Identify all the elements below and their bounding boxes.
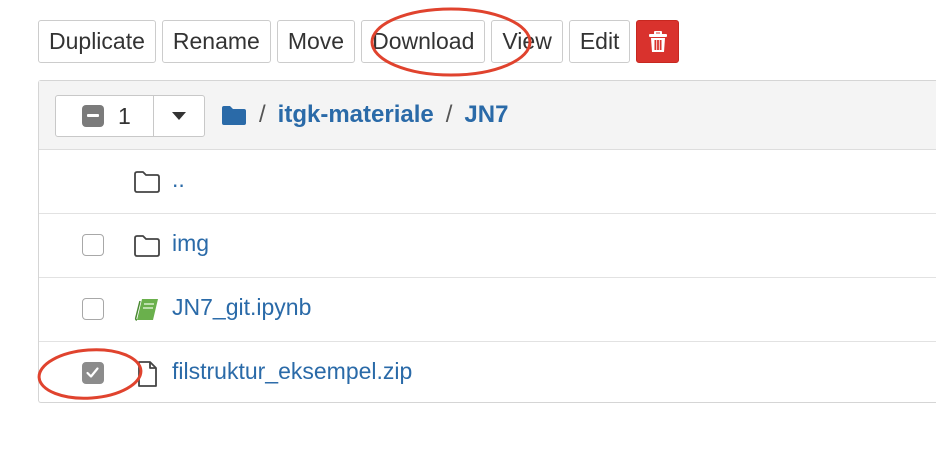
file-name-link[interactable]: ..	[172, 166, 185, 193]
file-name-link[interactable]: img	[172, 230, 209, 257]
file-list-panel: 1 / itgk-materiale / JN7 .. img JN7_git.…	[38, 80, 936, 403]
folder-icon[interactable]	[221, 104, 247, 126]
caret-down-icon	[172, 112, 186, 120]
view-button[interactable]: View	[491, 20, 563, 63]
delete-button[interactable]	[636, 20, 680, 63]
minus-checkbox-icon	[82, 105, 104, 127]
breadcrumb: / itgk-materiale / JN7	[221, 98, 508, 132]
breadcrumb-separator: /	[259, 101, 266, 128]
edit-button[interactable]: Edit	[568, 20, 631, 63]
breadcrumb-item-itgk-materiale[interactable]: itgk-materiale	[278, 101, 434, 129]
duplicate-button[interactable]: Duplicate	[38, 20, 156, 63]
file-toolbar: Duplicate Rename Move Download View Edit	[38, 20, 680, 63]
notebook-icon	[134, 299, 158, 321]
row-checkbox[interactable]	[82, 234, 104, 256]
file-row[interactable]: JN7_git.ipynb	[39, 278, 936, 342]
file-icon	[138, 361, 157, 387]
file-row-parent[interactable]: ..	[39, 150, 936, 214]
trash-icon	[648, 30, 667, 52]
download-button[interactable]: Download	[361, 20, 486, 63]
breadcrumb-separator: /	[445, 101, 453, 128]
file-name-link[interactable]: JN7_git.ipynb	[172, 294, 311, 321]
file-name-link[interactable]: filstruktur_eksempel.zip	[172, 358, 412, 385]
select-dropdown-button[interactable]	[154, 96, 204, 136]
file-row[interactable]: filstruktur_eksempel.zip	[39, 342, 936, 406]
folder-outline-icon	[134, 235, 160, 257]
file-row[interactable]: img	[39, 214, 936, 278]
folder-outline-icon	[134, 171, 160, 193]
select-all-button[interactable]: 1	[56, 96, 154, 136]
selected-count: 1	[118, 102, 131, 129]
file-list-header: 1 / itgk-materiale / JN7	[39, 81, 936, 150]
checkmark-icon	[86, 367, 99, 378]
move-button[interactable]: Move	[276, 20, 356, 63]
select-all-control: 1	[55, 95, 205, 137]
row-checkbox-checked[interactable]	[82, 362, 104, 384]
breadcrumb-item-jn7[interactable]: JN7	[464, 101, 508, 129]
rename-button[interactable]: Rename	[161, 20, 271, 63]
row-checkbox[interactable]	[82, 298, 104, 320]
